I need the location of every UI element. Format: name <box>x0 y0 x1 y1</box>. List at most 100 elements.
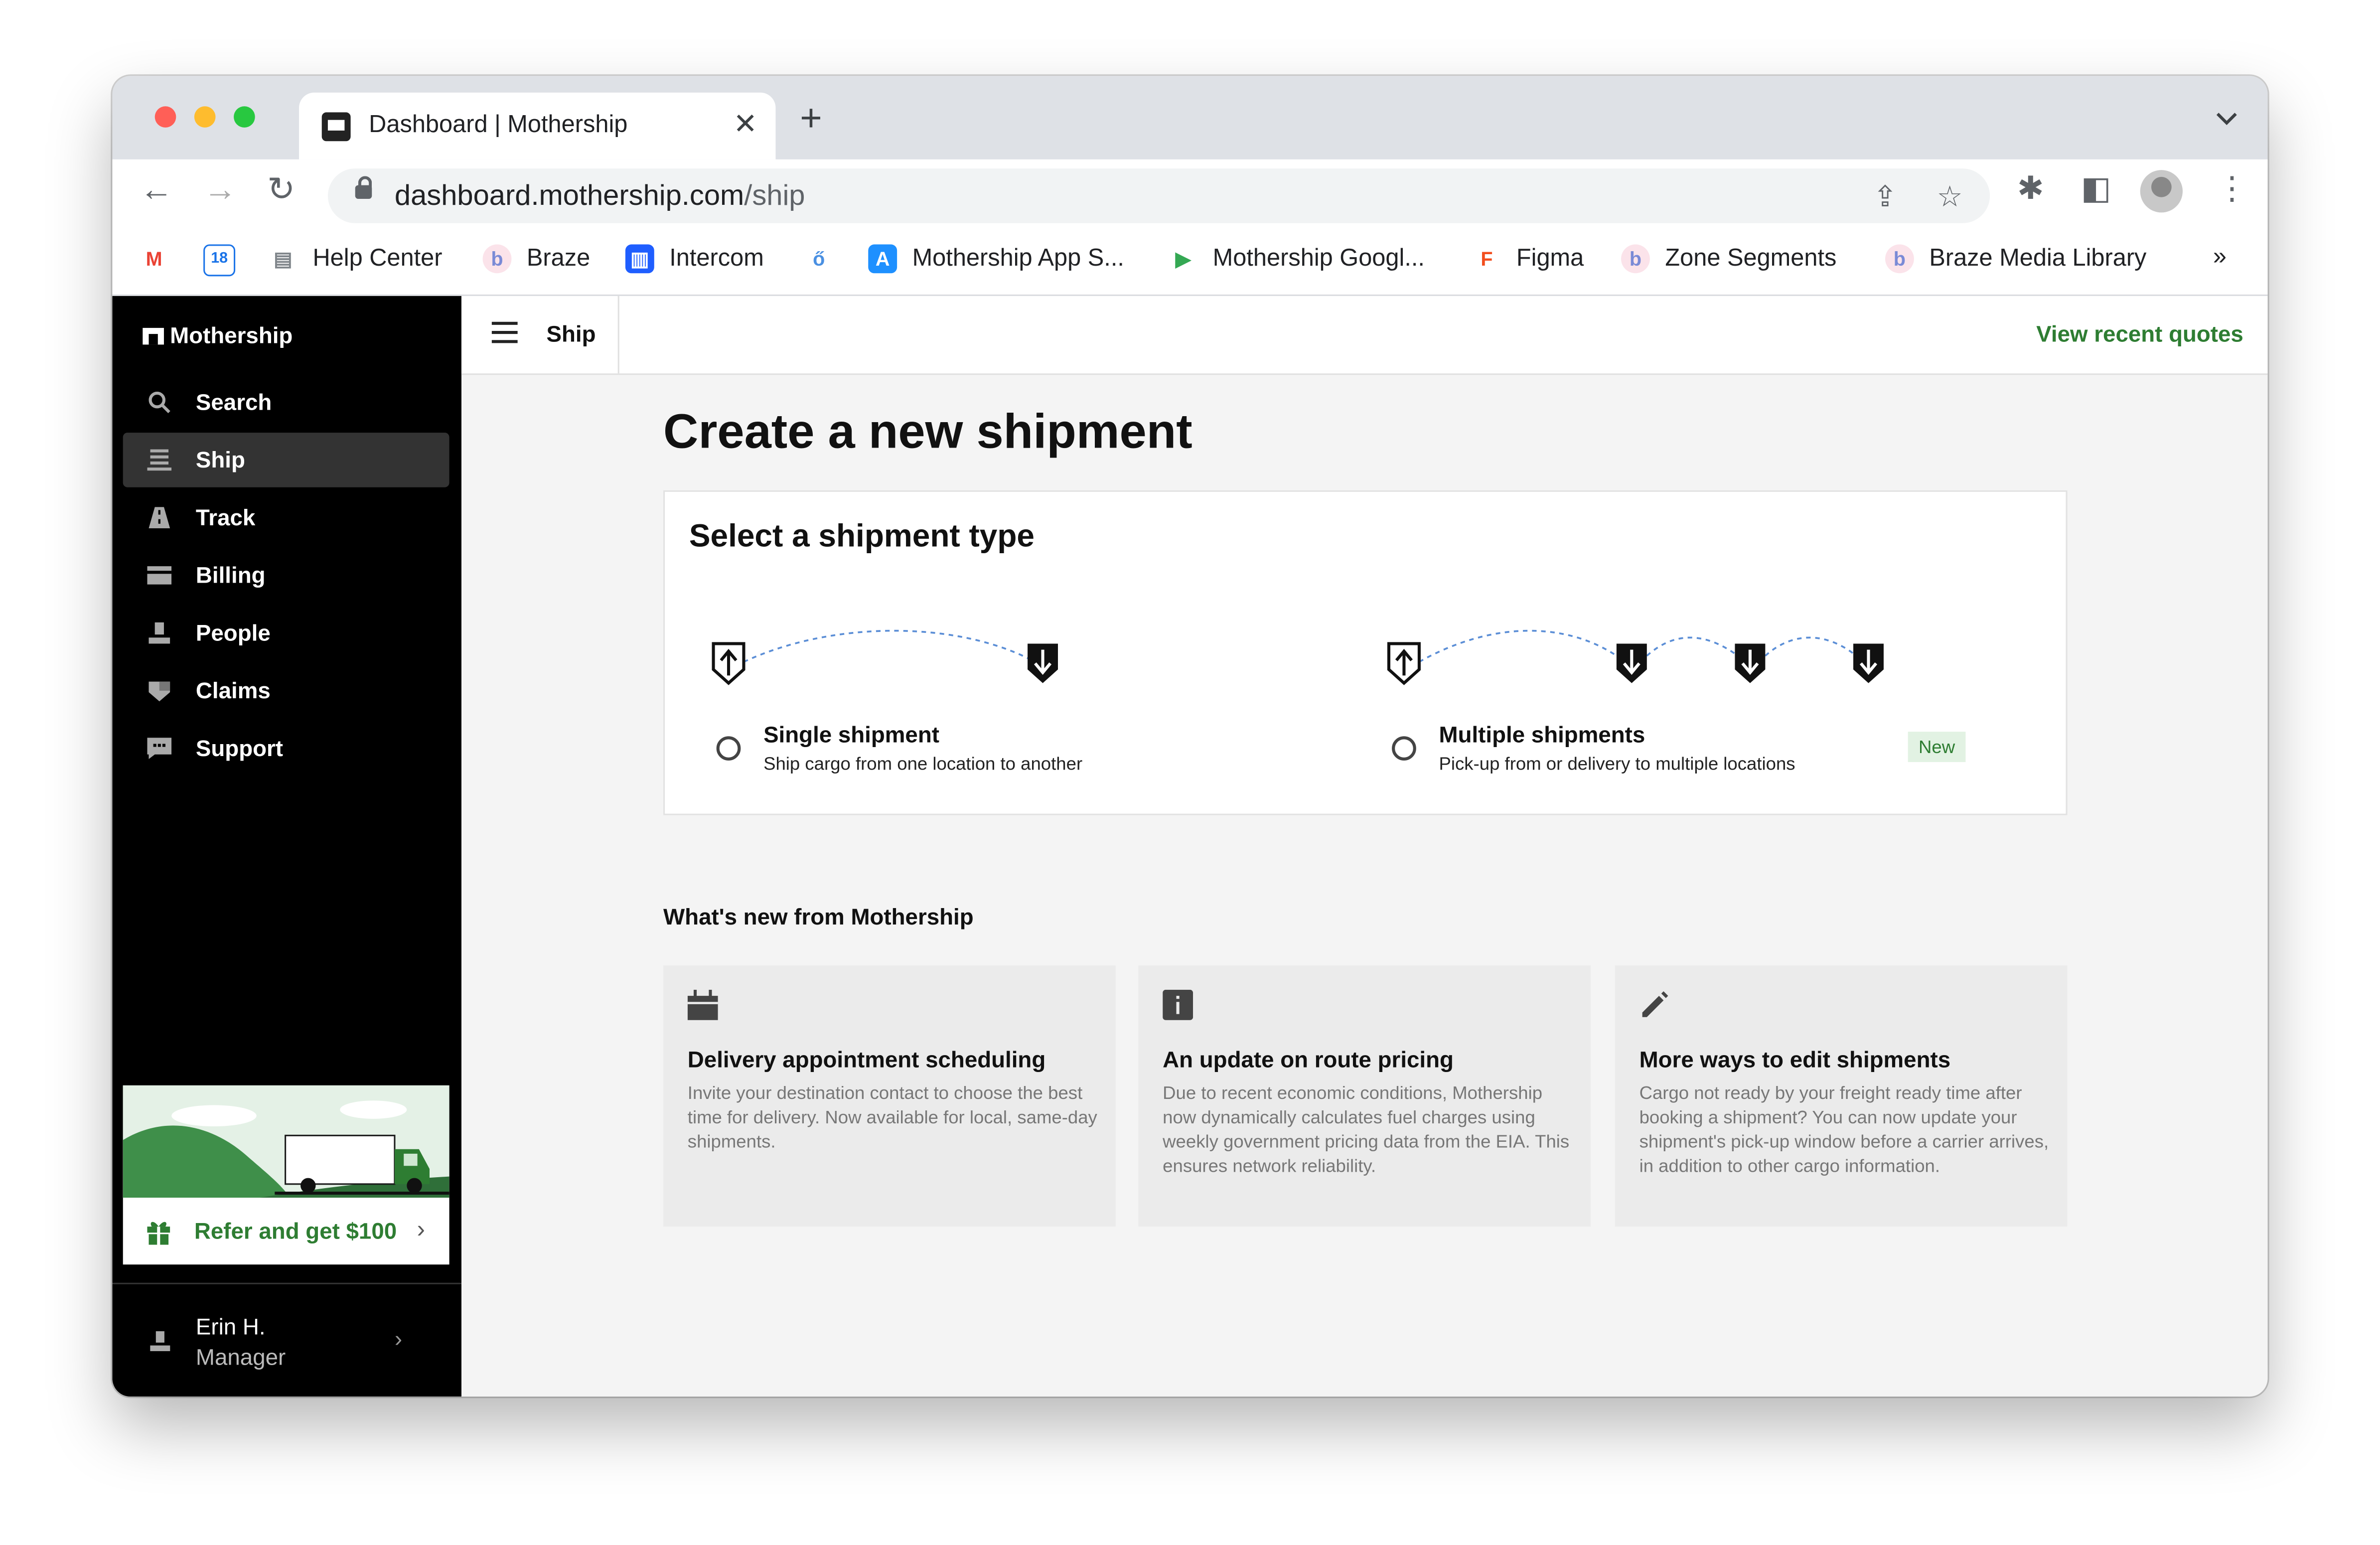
new-tab-button[interactable]: + <box>800 100 822 138</box>
more-bookmarks-chevron-icon[interactable]: » <box>2213 244 2227 272</box>
sidebar-item-label: Support <box>195 735 284 762</box>
close-window-button[interactable] <box>154 106 176 128</box>
bookmark-label: Mothership Googl... <box>1212 245 1425 271</box>
gift-icon <box>147 1221 170 1244</box>
chevron-right-icon: › <box>394 1327 403 1353</box>
tab-title: Dashboard | Mothership <box>369 112 628 139</box>
calendar-icon <box>687 989 718 1020</box>
sidebar-item-label: Ship <box>195 447 245 473</box>
bookmark-figure[interactable]: ő <box>804 244 834 274</box>
tab-dashboard[interactable]: Dashboard | Mothership ✕ <box>299 92 776 159</box>
person-icon <box>150 1331 170 1352</box>
tab-search-chevron-icon[interactable] <box>2216 106 2237 131</box>
bookmark-star-icon[interactable]: ☆ <box>1937 180 1963 215</box>
bookmark-label: Zone Segments <box>1665 245 1837 271</box>
mothership-logo[interactable]: Mothership <box>143 323 293 349</box>
url-text[interactable]: dashboard.mothership.com/ship <box>395 180 805 214</box>
address-bar[interactable]: dashboard.mothership.com/ship ⇪ ☆ <box>327 168 1990 223</box>
gmail-icon: M <box>140 244 169 274</box>
multiple-shipments-radio[interactable] <box>1392 736 1416 761</box>
url-path: /ship <box>744 180 805 213</box>
news-card-route-pricing[interactable]: An update on route pricing Due to recent… <box>1138 965 1591 1227</box>
bookmark-help-center[interactable]: ▤ Help Center <box>269 244 442 274</box>
app-store-icon: A <box>868 244 897 274</box>
card-title: Select a shipment type <box>689 519 1035 554</box>
sidebar-item-label: Claims <box>195 677 271 704</box>
mothership-logo-icon <box>143 327 164 345</box>
book-icon: ▤ <box>269 244 298 274</box>
extensions-puzzle-icon[interactable]: ✱ <box>2017 173 2044 205</box>
share-icon[interactable]: ⇪ <box>1873 180 1897 215</box>
sidebar: Mothership Search Ship Track Billing Peo… <box>112 296 461 1397</box>
truck-illustration <box>123 1085 449 1198</box>
pencil-icon <box>1642 991 1668 1017</box>
profile-avatar[interactable] <box>2140 170 2183 213</box>
bookmark-zone-segments[interactable]: b Zone Segments <box>1621 244 1837 274</box>
news-title: More ways to edit shipments <box>1639 1047 1951 1074</box>
road-icon <box>149 507 170 528</box>
side-panel-icon[interactable]: ◧ <box>2081 173 2111 205</box>
news-body: Invite your destination contact to choos… <box>687 1082 1097 1152</box>
news-card-edit-shipments[interactable]: More ways to edit shipments Cargo not re… <box>1615 965 2068 1227</box>
url-host: dashboard.mothership.com <box>394 180 744 213</box>
figure-icon: ő <box>804 244 834 274</box>
user-role: Manager <box>195 1345 286 1371</box>
news-title: An update on route pricing <box>1163 1047 1454 1074</box>
multiple-route-illustration <box>1387 629 1884 685</box>
intercom-icon: ▥ <box>625 244 654 274</box>
sidebar-item-label: Track <box>195 504 256 531</box>
user-menu[interactable]: Erin H. Manager › <box>112 1282 461 1396</box>
app-header: Ship View recent quotes <box>461 296 2268 375</box>
option-title: Multiple shipments <box>1439 722 1645 749</box>
braze-icon: b <box>1621 244 1650 274</box>
bookmark-braze[interactable]: b Braze <box>482 244 590 274</box>
bookmarks-bar: M 18 ▤ Help Center b Braze ▥ Intercom ő A Mo… <box>112 229 2268 296</box>
news-card-delivery-scheduling[interactable]: Delivery appointment scheduling Invite y… <box>663 965 1116 1227</box>
refer-button[interactable]: Refer and get $100 › <box>123 1198 449 1264</box>
header-divider <box>617 296 619 374</box>
forward-arrow-icon[interactable]: → <box>203 172 237 206</box>
sidebar-item-ship[interactable]: Ship <box>123 433 449 487</box>
view-recent-quotes-link[interactable]: View recent quotes <box>2036 322 2243 348</box>
bookmark-mothership-app-store[interactable]: A Mothership App S... <box>868 244 1124 274</box>
search-icon <box>149 391 170 414</box>
bookmark-intercom[interactable]: ▥ Intercom <box>625 244 764 274</box>
person-icon <box>149 622 170 644</box>
bookmark-calendar[interactable]: 18 <box>203 244 236 277</box>
option-subtitle: Pick-up from or delivery to multiple loc… <box>1439 753 1795 774</box>
google-play-icon: ▶ <box>1169 244 1198 274</box>
braze-icon: b <box>482 244 512 274</box>
sidebar-item-track[interactable]: Track <box>123 490 449 545</box>
option-title: Single shipment <box>763 722 939 749</box>
shipment-type-card: Select a shipment type Single shipment S… <box>663 490 2068 815</box>
sidebar-item-label: Billing <box>195 562 266 589</box>
tab-close-icon[interactable]: ✕ <box>733 108 757 143</box>
new-badge: New <box>1908 732 1966 763</box>
calendar-icon: 18 <box>203 244 236 277</box>
sidebar-item-billing[interactable]: Billing <box>123 548 449 603</box>
reload-icon[interactable]: ↻ <box>267 172 295 206</box>
sidebar-item-support[interactable]: Support <box>123 721 449 776</box>
whats-new-heading: What's new from Mothership <box>663 905 974 931</box>
sidebar-item-people[interactable]: People <box>123 606 449 660</box>
lock-icon <box>355 176 372 199</box>
minimize-window-button[interactable] <box>194 106 216 128</box>
chevron-right-icon: › <box>417 1217 425 1243</box>
sidebar-item-claims[interactable]: Claims <box>123 663 449 718</box>
bookmark-gmail[interactable]: M <box>140 244 169 274</box>
zoom-window-button[interactable] <box>234 106 255 128</box>
bookmark-braze-media-library[interactable]: b Braze Media Library <box>1885 244 2146 274</box>
credit-card-icon <box>147 566 172 585</box>
back-arrow-icon[interactable]: ← <box>140 172 173 206</box>
ship-icon <box>147 449 172 471</box>
hamburger-menu-icon[interactable] <box>491 321 518 343</box>
referral-promo-card[interactable]: Refer and get $100 › <box>123 1085 449 1265</box>
user-name: Erin H. <box>195 1314 266 1341</box>
bookmark-figma[interactable]: F Figma <box>1472 244 1584 274</box>
logo-text: Mothership <box>170 323 293 349</box>
bookmark-label: Intercom <box>669 245 764 271</box>
single-shipment-radio[interactable] <box>716 736 741 761</box>
browser-menu-icon[interactable]: ⋮ <box>2216 173 2248 205</box>
sidebar-item-search[interactable]: Search <box>123 375 449 430</box>
bookmark-mothership-google-play[interactable]: ▶ Mothership Googl... <box>1169 244 1425 274</box>
